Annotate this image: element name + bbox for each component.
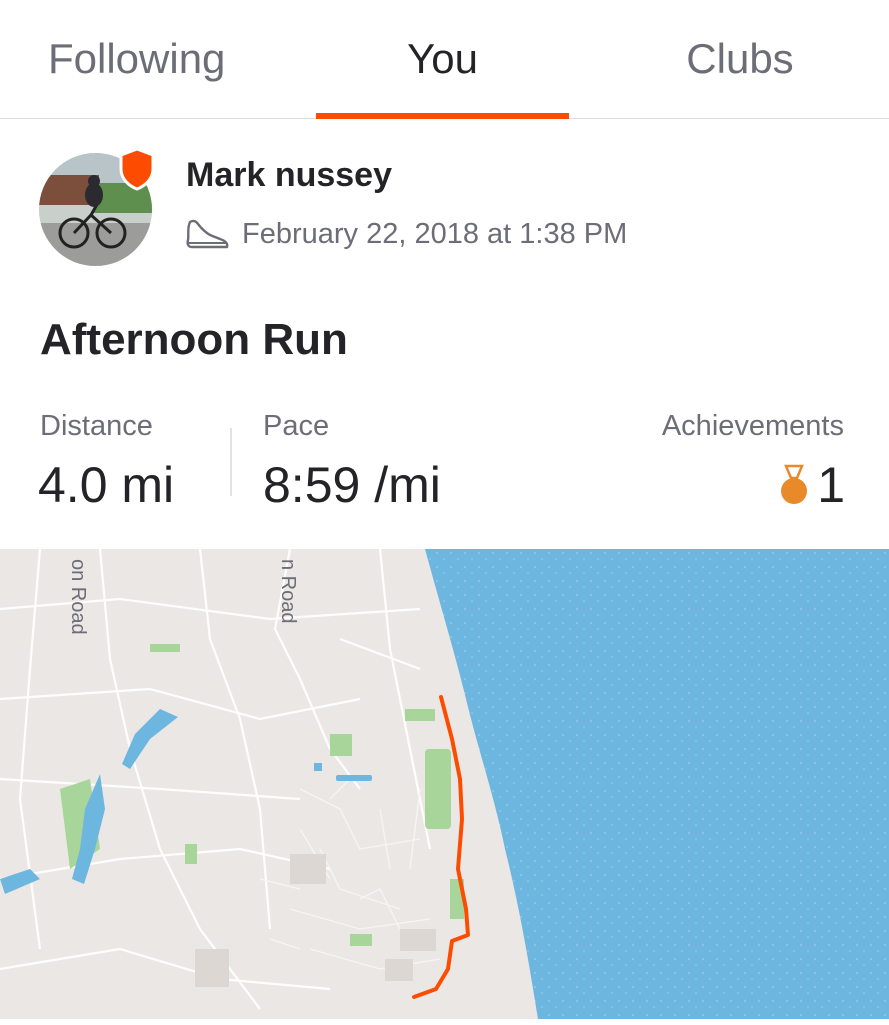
bottom-spacer [0, 1019, 889, 1025]
activity-date: February 22, 2018 at 1:38 PM [242, 217, 628, 250]
tab-you[interactable]: You [316, 0, 569, 118]
activity-title[interactable]: Afternoon Run [40, 315, 348, 365]
top-tab-bar: Following You Clubs [0, 0, 889, 119]
medal-icon [781, 464, 808, 504]
distance-value: 4.0 mi [38, 457, 175, 513]
route-map[interactable]: on Road n Road [0, 549, 889, 1019]
achievements-label: Achievements [661, 410, 844, 442]
activity-meta: February 22, 2018 at 1:38 PM [184, 214, 627, 254]
achievements-value[interactable]: 1 [777, 456, 845, 514]
pace-value: 8:59 /mi [263, 457, 441, 513]
athlete-name[interactable]: Mark nussey [186, 156, 392, 195]
map-canvas: on Road n Road [0, 549, 889, 1019]
shoe-icon [186, 219, 229, 249]
active-tab-indicator [316, 113, 569, 119]
tab-following[interactable]: Following [20, 0, 266, 118]
distance-label: Distance [40, 410, 153, 442]
road-label: on Road [67, 559, 89, 635]
stat-divider [230, 428, 232, 496]
road-label: n Road [277, 559, 299, 624]
tab-clubs[interactable]: Clubs [620, 0, 860, 118]
achievements-count: 1 [817, 457, 845, 513]
shield-badge-icon [119, 147, 155, 191]
pace-label: Pace [263, 410, 330, 442]
